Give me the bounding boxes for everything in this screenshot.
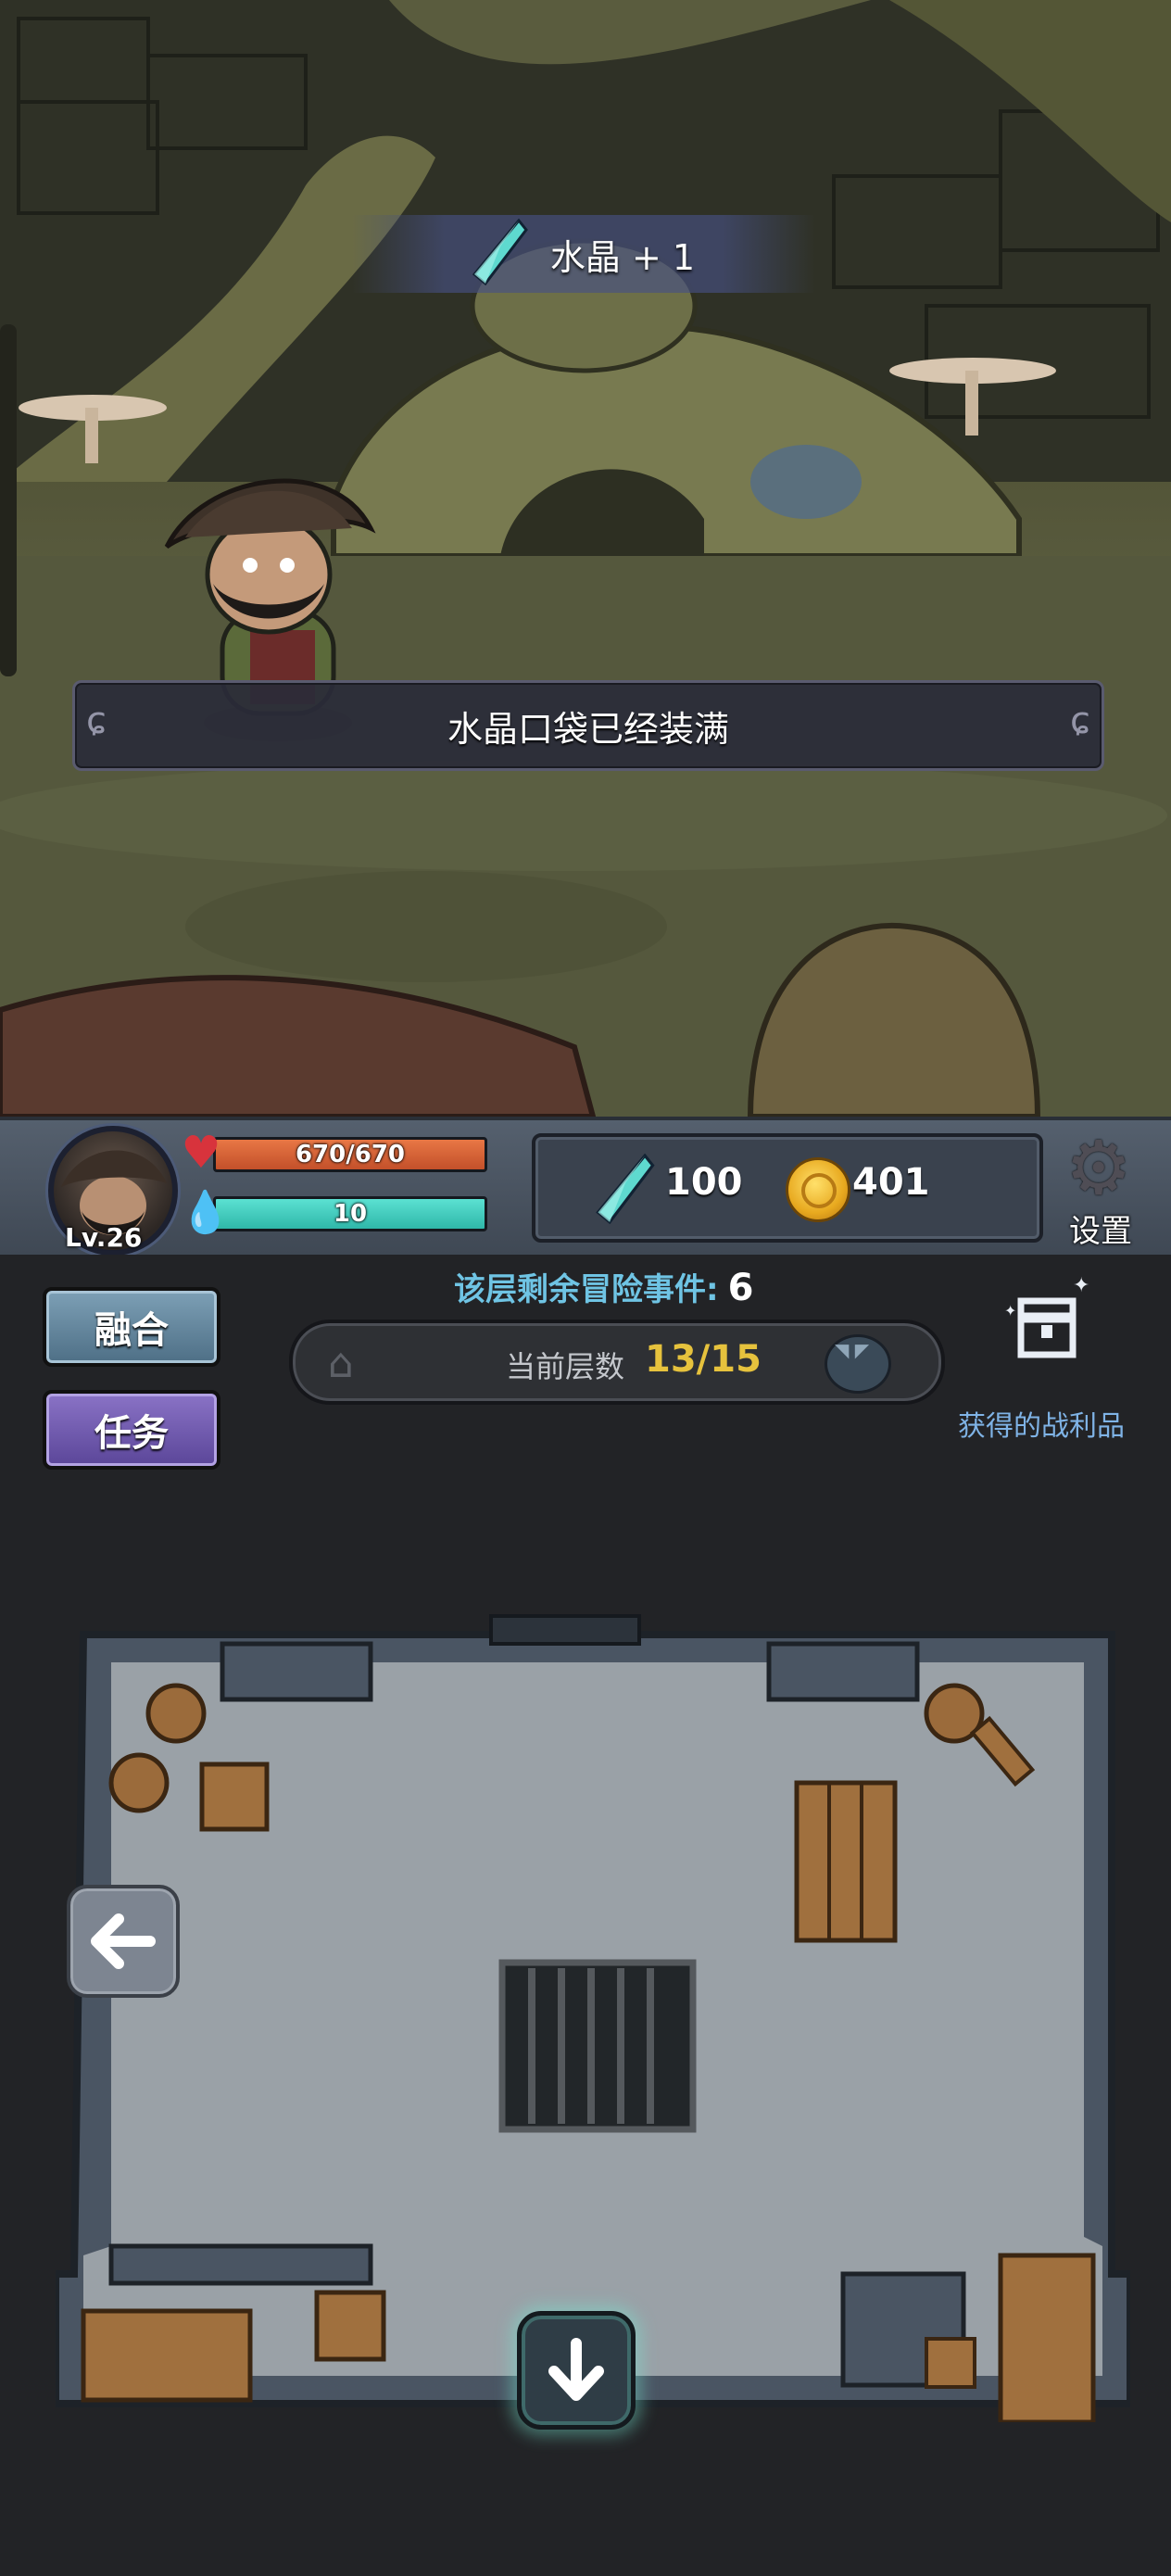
arrow-down-icon [548, 2338, 604, 2401]
hp-bar: 670/670 [213, 1137, 487, 1172]
remaining-events-label: 该层剩余冒险事件: [454, 1271, 719, 1308]
fuse-button[interactable]: 融合 [43, 1287, 220, 1367]
item-gain-text: 水晶 + 1 [549, 236, 696, 278]
mana-drop-icon: 💧 [180, 1189, 231, 1236]
task-button[interactable]: 任务 [43, 1390, 220, 1470]
crystal-count: 100 [665, 1161, 743, 1204]
next-floor-button[interactable] [517, 2311, 636, 2430]
loot-button[interactable]: ✦ ✦ 获得的战利品 [954, 1273, 1140, 1443]
scroll-ornament-right-icon: ɕ [1070, 700, 1090, 742]
system-message-text: 水晶口袋已经装满 [447, 708, 729, 750]
svg-text:✦: ✦ [1004, 1302, 1016, 1320]
crystal-icon [593, 1153, 658, 1228]
current-floor-value: 13/15 [645, 1338, 762, 1381]
scroll-ornament-left-icon: ɕ [86, 700, 107, 742]
item-gain-banner: 水晶 + 1 [352, 215, 815, 293]
back-button[interactable] [67, 1885, 180, 1998]
player-level: Lv.26 [65, 1222, 143, 1253]
house-icon: ⌂ [328, 1340, 354, 1387]
currency-panel: 100 401 [532, 1133, 1043, 1243]
treasure-chest-icon: ✦ ✦ [1004, 1274, 1089, 1358]
crystal-icon [472, 218, 528, 289]
dungeon-room-map [56, 1614, 1130, 2422]
hp-value: 670/670 [295, 1141, 406, 1168]
mana-value: 10 [333, 1200, 368, 1228]
status-hud: Lv.26 670/670 ♥ 10 💧 100 401 ⚙ 设置 [0, 1117, 1171, 1258]
heart-icon: ♥ [181, 1127, 221, 1179]
svg-text:✦: ✦ [1073, 1274, 1089, 1297]
floor-progress-bar: ⌂ 当前层数 13/15 [289, 1320, 945, 1405]
current-floor-label: 当前层数 [506, 1349, 625, 1384]
system-message-bar: ɕ 水晶口袋已经装满 ɕ [72, 680, 1104, 771]
arrow-left-icon [91, 1913, 156, 1969]
gold-coin-icon [786, 1157, 850, 1222]
dungeon-map-panel: 融合 任务 该层剩余冒险事件:6 ⌂ 当前层数 13/15 ✦ ✦ 获得的战利品 [0, 1255, 1171, 2576]
battle-scene: 水晶 + 1 ɕ 水晶口袋已经装满 ɕ [0, 0, 1171, 1117]
boss-demon-icon [825, 1334, 891, 1394]
loot-label: 获得的战利品 [958, 1410, 1125, 1443]
mana-bar: 10 [213, 1196, 487, 1231]
settings-label: 设置 [1069, 1213, 1132, 1250]
remaining-events-count: 6 [727, 1267, 754, 1309]
gold-count: 401 [852, 1161, 930, 1204]
gear-icon: ⚙ [1065, 1125, 1132, 1211]
settings-button[interactable]: ⚙ 设置 [1056, 1125, 1158, 1251]
remaining-events: 该层剩余冒险事件: 6 [454, 1264, 753, 1309]
